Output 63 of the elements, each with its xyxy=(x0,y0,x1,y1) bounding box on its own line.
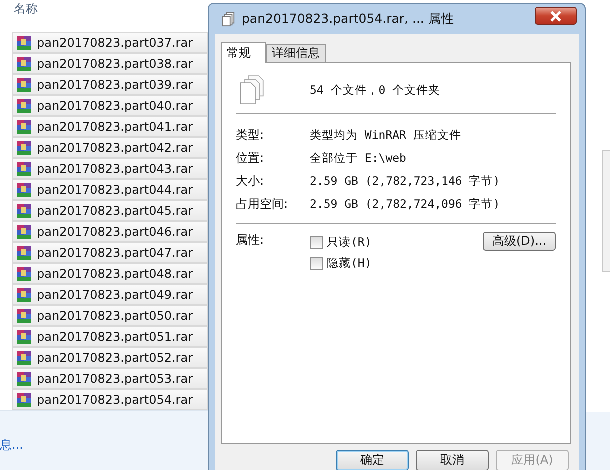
checkbox[interactable] xyxy=(310,257,323,270)
file-row[interactable]: pan20170823.part054.rar xyxy=(12,389,208,410)
archive-icon xyxy=(16,202,32,218)
details-link[interactable]: 息... xyxy=(0,438,24,452)
archive-icon xyxy=(16,224,32,240)
file-row[interactable]: pan20170823.part041.rar xyxy=(12,116,208,137)
file-row[interactable]: pan20170823.part046.rar xyxy=(12,221,208,242)
advanced-button[interactable]: 高级(D)... xyxy=(483,232,556,251)
archive-icon xyxy=(16,392,32,408)
scrollbar[interactable] xyxy=(602,150,610,272)
dialog-button[interactable]: 确定 xyxy=(336,450,409,470)
archive-icon xyxy=(16,350,32,366)
file-row[interactable]: pan20170823.part042.rar xyxy=(12,137,208,158)
checkbox-label[interactable]: 隐藏(H) xyxy=(327,256,372,271)
file-row[interactable]: pan20170823.part051.rar xyxy=(12,326,208,347)
archive-icon xyxy=(16,266,32,282)
checkbox[interactable] xyxy=(310,236,323,249)
archive-icon xyxy=(16,118,32,134)
file-row[interactable]: pan20170823.part043.rar xyxy=(12,158,208,179)
file-row[interactable]: pan20170823.part039.rar xyxy=(12,74,208,95)
file-row[interactable]: pan20170823.part044.rar xyxy=(12,179,208,200)
file-row[interactable]: pan20170823.part045.rar xyxy=(12,200,208,221)
dialog-button[interactable]: 取消 xyxy=(416,450,489,470)
file-row[interactable]: pan20170823.part038.rar xyxy=(12,53,208,74)
property-label: 占用空间: xyxy=(236,196,290,213)
archive-icon xyxy=(16,182,32,198)
archive-icon xyxy=(16,34,32,50)
archive-icon xyxy=(16,76,32,92)
summary-text: 54 个文件，0 个文件夹 xyxy=(310,82,441,98)
tab[interactable]: 常规 xyxy=(221,42,266,63)
close-button[interactable] xyxy=(535,7,577,25)
archive-icon xyxy=(16,244,32,260)
window-title: pan20170823.part054.rar, ... 属性 xyxy=(242,10,456,28)
details-pane xyxy=(586,412,610,470)
archive-icon xyxy=(16,56,32,72)
property-value: 类型均为 WinRAR 压缩文件 xyxy=(310,128,462,143)
file-row[interactable]: pan20170823.part040.rar xyxy=(12,95,208,116)
archive-icon xyxy=(16,140,32,156)
property-value: 2.59 GB (2,782,723,146 字节) xyxy=(310,174,500,189)
tab[interactable]: 详细信息 xyxy=(266,44,326,62)
file-row[interactable]: pan20170823.part048.rar xyxy=(12,263,208,284)
archive-icon xyxy=(16,328,32,344)
archive-icon xyxy=(16,98,32,114)
archive-icon xyxy=(16,370,32,386)
close-icon xyxy=(549,10,563,22)
file-row[interactable]: pan20170823.part050.rar xyxy=(12,305,208,326)
archive-icon xyxy=(16,160,32,176)
attributes-label: 属性: xyxy=(236,232,266,249)
property-label: 类型: xyxy=(236,127,266,144)
property-label: 位置: xyxy=(236,150,266,167)
archive-icon xyxy=(16,308,32,324)
property-value: 全部位于 E:\web xyxy=(310,151,406,166)
archive-icon xyxy=(16,286,32,302)
file-row[interactable]: pan20170823.part037.rar xyxy=(12,32,208,53)
property-value: 2.59 GB (2,782,724,096 字节) xyxy=(310,197,500,212)
documents-icon xyxy=(238,74,266,106)
file-row[interactable]: pan20170823.part049.rar xyxy=(12,284,208,305)
property-label: 大小: xyxy=(236,173,266,190)
file-row[interactable]: pan20170823.part047.rar xyxy=(12,242,208,263)
file-row[interactable]: pan20170823.part052.rar xyxy=(12,347,208,368)
checkbox-label[interactable]: 只读(R) xyxy=(327,235,372,250)
documents-icon xyxy=(221,12,236,26)
file-row[interactable]: pan20170823.part053.rar xyxy=(12,368,208,389)
